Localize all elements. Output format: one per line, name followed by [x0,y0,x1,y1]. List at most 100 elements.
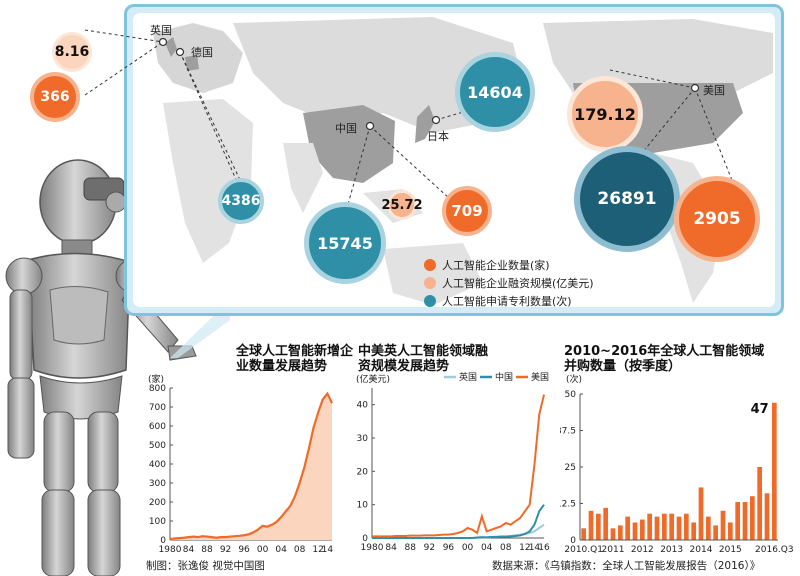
bar [720,510,726,540]
bar [617,525,623,540]
legend-swatch [424,277,436,289]
x-tick-label: 88 [404,543,416,553]
bubble-germany-patents: 4386 [218,178,264,224]
y-tick-label: 400 [149,460,166,470]
x-tick-label: 14 [322,545,334,555]
y-tick-label: 10 [357,501,369,511]
bubble-usa-funding: 179.12 [567,76,643,152]
bar [742,502,748,540]
y-tick-label: 37.5 [560,427,576,437]
leader-lines [84,29,741,216]
x-tick-label: 2013 [660,545,683,555]
legend-item-patents: 人工智能申请专利数量(次) [424,292,594,310]
bar [713,525,719,540]
bar [632,522,638,540]
bar [683,513,689,540]
chart3-title: 2010~2016年全球人工智能领域并购数量（按季度） [564,344,765,374]
bar [595,513,601,540]
bar [764,493,770,540]
legend-swatch [424,259,436,271]
x-tick-label: 08 [294,545,306,555]
y-tick-label: 300 [149,479,166,489]
chart1-title: 全球人工智能新增企业数量发展趋势 [236,344,354,374]
max-annotation: 47 [751,402,769,417]
y-tick-label: 25 [565,463,576,473]
country-label-usa: 美国 [703,84,725,97]
x-tick-label: 92 [424,543,435,553]
chart3-svg: 012.52537.5502010.Q120112012201320142015… [560,390,794,555]
chart1-svg: 01002003004005006007008001980 84 88 92 96 00 0… [149,384,334,555]
legend-label: 美国 [531,371,549,383]
legend-label: 中国 [495,371,513,383]
bar [698,487,704,540]
x-tick-label: 92 [220,545,231,555]
y-tick-label: 200 [149,498,166,508]
area-fill [170,393,332,540]
bar [654,516,660,540]
bar [705,516,711,540]
bar [727,522,733,540]
footer-credit: 制图：张逸俊 视觉中国图 [146,560,265,572]
y-tick-label: 20 [357,467,369,477]
legend-swatch [424,295,436,307]
bubble-uk-companies: 366 [30,72,80,122]
y-tick-label: 12.5 [560,500,576,510]
x-tick-label: 96 [443,543,455,553]
y-tick-label: 100 [149,517,166,527]
bar [749,496,755,540]
series-line [372,394,545,538]
x-tick-label: 96 [238,545,250,555]
chart2-svg: 010203040英国 中国 美国1980 84 88 92 96 00 04 08 121416 [357,371,550,553]
bar [625,516,631,540]
x-tick-label: 2011 [602,545,625,555]
y-tick-label: 700 [149,403,166,413]
bubble-usa-patents: 26891 [574,146,680,252]
x-tick-label: 16 [538,543,550,553]
bar [661,513,667,540]
footer-source: 数据来源：《乌镇指数：全球人工智能发展报告（2016）》 [492,560,761,572]
country-label-china: 中国 [335,122,357,135]
x-tick-label: 2016.Q3 [755,545,794,555]
map-legend: 人工智能企业数量(家) 人工智能企业融资规模(亿美元) 人工智能申请专利数量(次… [424,256,594,310]
y-tick-label: 50 [565,390,577,400]
x-tick-label: 08 [500,543,512,553]
bar [588,510,594,540]
bar [639,519,645,540]
country-label-japan: 日本 [427,130,449,143]
legend-label: 人工智能申请专利数量(次) [442,295,572,308]
bar [771,402,777,540]
country-label-germany: 德国 [191,46,213,59]
x-tick-label: 2010.Q1 [564,545,603,555]
bubble-uk-funding: 8.16 [52,32,92,72]
bar [603,507,609,540]
bar [691,522,697,540]
bubble-japan-patents: 14604 [455,52,535,132]
x-tick-label: 84 [183,545,195,555]
y-tick-label: 500 [149,441,166,451]
x-tick-label: 88 [201,545,213,555]
y-tick-label: 30 [357,434,369,444]
country-label-uk: 英国 [150,24,172,37]
bar [757,467,763,540]
x-tick-label: 2015 [719,545,742,555]
legend-item-companies: 人工智能企业数量(家) [424,256,594,274]
bar [669,513,675,540]
bar [735,502,741,540]
bar [647,513,653,540]
bar [676,516,682,540]
y-tick-label: 800 [149,384,166,394]
x-tick-label: 1980 [159,545,182,555]
x-tick-label: 84 [385,543,397,553]
bubble-china-funding: 25.72 [381,190,423,220]
x-tick-label: 2014 [690,545,713,555]
bar [581,528,587,540]
bar [610,528,616,540]
x-tick-label: 1980 [361,543,384,553]
y-tick-label: 40 [357,401,369,411]
legend-item-funding: 人工智能企业融资规模(亿美元) [424,274,594,292]
bubble-usa-companies: 2905 [674,176,760,262]
x-tick-label: 00 [462,543,474,553]
x-tick-label: 04 [481,543,493,553]
x-tick-label: 00 [257,545,269,555]
bubble-china-patents: 15745 [304,202,386,284]
